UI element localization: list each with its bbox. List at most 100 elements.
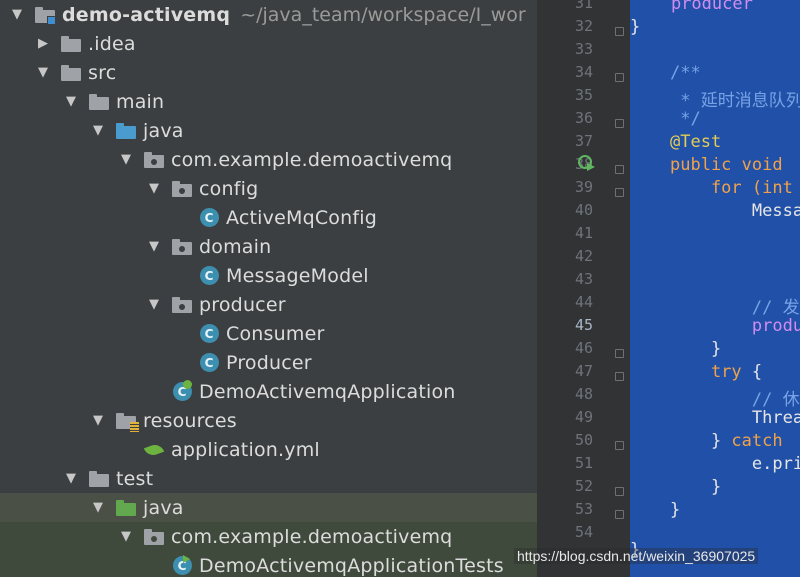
test-folder-icon <box>115 498 137 518</box>
line-number: 36 <box>574 109 593 127</box>
tree-item-messagemodel[interactable]: ▶ C MessageModel <box>0 261 537 290</box>
module-folder-icon <box>34 5 56 25</box>
tree-item-demoactivemqapplicationtests[interactable]: ▶ C DemoActivemqApplicationTests <box>0 551 537 577</box>
code-line: */ <box>670 109 701 129</box>
line-number: 40 <box>574 201 593 219</box>
run-test-icon[interactable] <box>578 154 596 172</box>
tree-root-label: demo-activemq <box>62 3 231 26</box>
chevron-down-icon[interactable]: ▼ <box>34 65 52 80</box>
folder-icon <box>60 63 82 83</box>
tree-item-consumer[interactable]: ▶ C Consumer <box>0 319 537 348</box>
chevron-down-icon[interactable]: ▼ <box>145 181 163 196</box>
tree-item-java-main[interactable]: ▼ java <box>0 116 537 145</box>
tree-item-label: producer <box>199 293 286 316</box>
fold-marker-icon[interactable] <box>615 188 624 197</box>
line-number: 50 <box>574 431 593 449</box>
code-line: } <box>670 477 722 497</box>
line-number: 43 <box>574 270 593 288</box>
line-number: 47 <box>574 362 593 380</box>
fold-marker-icon[interactable] <box>615 441 624 450</box>
line-number: 33 <box>574 40 593 58</box>
tree-item-label: config <box>199 177 259 200</box>
class-icon: C <box>198 266 220 286</box>
chevron-down-icon[interactable]: ▼ <box>62 94 80 109</box>
line-number: 49 <box>574 408 593 426</box>
fold-marker-icon[interactable] <box>615 27 624 36</box>
tree-item-label: MessageModel <box>226 264 369 287</box>
tree-item-producer-pkg[interactable]: ▼ producer <box>0 290 537 319</box>
class-icon: C <box>198 353 220 373</box>
tree-item-label: resources <box>143 409 237 432</box>
package-icon <box>143 527 165 547</box>
line-number: 31 <box>574 0 593 12</box>
folder-icon <box>60 34 82 54</box>
tree-item-idea[interactable]: ▶ .idea <box>0 29 537 58</box>
line-number: 32 <box>574 17 593 35</box>
chevron-down-icon[interactable]: ▼ <box>8 7 26 22</box>
fold-marker-icon[interactable] <box>615 487 624 496</box>
spring-leaf-icon <box>143 440 165 460</box>
code-line: } <box>670 339 722 359</box>
tree-item-label: .idea <box>88 32 136 55</box>
tree-item-src[interactable]: ▼ src <box>0 58 537 87</box>
chevron-down-icon[interactable]: ▼ <box>89 413 107 428</box>
folder-icon <box>88 469 110 489</box>
line-number: 34 <box>574 63 593 81</box>
tree-item-label: application.yml <box>171 438 320 461</box>
tree-item-main[interactable]: ▼ main <box>0 87 537 116</box>
chevron-down-icon[interactable]: ▼ <box>145 239 163 254</box>
chevron-down-icon[interactable]: ▼ <box>117 529 135 544</box>
tree-item-package-main[interactable]: ▼ com.example.demoactivemq <box>0 145 537 174</box>
code-line: try { <box>670 362 763 382</box>
chevron-right-icon[interactable]: ▶ <box>34 36 52 51</box>
tree-item-demoactivemqapplication[interactable]: ▶ C DemoActivemqApplication <box>0 377 537 406</box>
line-number: 52 <box>574 477 593 495</box>
chevron-down-icon[interactable]: ▼ <box>145 297 163 312</box>
code-line: } <box>630 17 641 37</box>
package-icon <box>171 237 193 257</box>
folder-icon <box>88 92 110 112</box>
tree-item-producer[interactable]: ▶ C Producer <box>0 348 537 377</box>
tree-item-test[interactable]: ▼ test <box>0 464 537 493</box>
tree-item-activemqconfig[interactable]: ▶ C ActiveMqConfig <box>0 203 537 232</box>
package-icon <box>171 295 193 315</box>
tree-item-resources[interactable]: ▼ resources <box>0 406 537 435</box>
chevron-down-icon[interactable]: ▼ <box>117 152 135 167</box>
fold-marker-icon[interactable] <box>615 73 624 82</box>
tree-item-package-test[interactable]: ▼ com.example.demoactivemq <box>0 522 537 551</box>
chevron-down-icon[interactable]: ▼ <box>89 500 107 515</box>
fold-marker-icon[interactable] <box>615 165 624 174</box>
chevron-down-icon[interactable]: ▼ <box>89 123 107 138</box>
tree-item-label: Consumer <box>226 322 325 345</box>
tree-item-label: DemoActivemqApplicationTests <box>199 554 504 577</box>
line-number: 35 <box>574 86 593 104</box>
class-icon: C <box>198 208 220 228</box>
line-number: 37 <box>574 132 593 150</box>
tree-root-path: ~/java_team/workspace/I_wor <box>240 3 526 26</box>
tree-item-label: test <box>116 467 154 490</box>
code-editor[interactable]: producer } /** * 延时消息队列 */ @Test public … <box>630 0 800 577</box>
fold-marker-icon[interactable] <box>615 372 624 381</box>
tree-item-java-test[interactable]: ▼ java <box>0 493 537 522</box>
code-line: * 延时消息队列 <box>670 91 800 111</box>
line-number: 46 <box>574 339 593 357</box>
tree-item-label: DemoActivemqApplication <box>199 380 456 403</box>
tree-item-label: main <box>116 90 165 113</box>
line-number-current: 45 <box>574 316 593 334</box>
fold-marker-icon[interactable] <box>615 510 624 519</box>
tree-item-config[interactable]: ▼ config <box>0 174 537 203</box>
class-icon: C <box>198 324 220 344</box>
tree-item-domain[interactable]: ▼ domain <box>0 232 537 261</box>
package-icon <box>171 179 193 199</box>
chevron-down-icon[interactable]: ▼ <box>62 471 80 486</box>
line-number: 54 <box>574 523 593 541</box>
tree-item-application-yml[interactable]: ▶ application.yml <box>0 435 537 464</box>
fold-marker-icon[interactable] <box>615 119 624 128</box>
fold-marker-icon[interactable] <box>615 349 624 358</box>
code-line: for (int <box>670 178 793 198</box>
code-line: /** <box>670 63 701 83</box>
code-line: } <box>670 500 681 520</box>
line-number: 53 <box>574 500 593 518</box>
tree-root[interactable]: ▼ demo-activemq ~/java_team/workspace/I_… <box>0 0 537 29</box>
code-line: // 发 <box>670 298 800 318</box>
